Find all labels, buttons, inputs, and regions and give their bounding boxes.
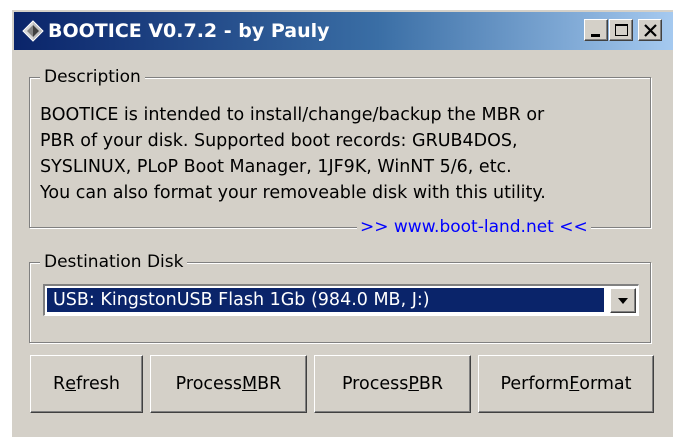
maximize-button[interactable]: [609, 19, 633, 41]
refresh-button[interactable]: Re fresh: [30, 355, 143, 413]
minimize-button[interactable]: [584, 19, 608, 41]
description-groupbox: Description: [29, 67, 651, 228]
minimize-icon: [591, 34, 600, 37]
process-pbr-label-pre: Process: [341, 374, 409, 394]
window-title: BOOTICE V0.7.2 - by Pauly: [48, 20, 330, 42]
close-button[interactable]: [638, 19, 662, 41]
perform-format-label-pre: Perform: [500, 374, 570, 394]
refresh-label-pre: R: [53, 374, 66, 394]
dropdown-button[interactable]: [610, 288, 636, 313]
chevron-down-icon: [618, 298, 628, 304]
process-pbr-label-post: BR: [418, 374, 444, 394]
destination-disk-legend: Destination Disk: [40, 252, 188, 272]
description-legend: Description: [40, 67, 145, 87]
description-line: PBR of your disk. Supported boot records…: [40, 131, 518, 151]
selected-disk-value: USB: KingstonUSB Flash 1Gb (984.0 MB, J:…: [47, 288, 604, 312]
process-pbr-button[interactable]: Process P BR: [314, 355, 471, 413]
perform-format-accel: F: [569, 374, 580, 394]
title-bar[interactable]: BOOTICE V0.7.2 - by Pauly: [14, 12, 673, 50]
maximize-icon: [615, 24, 628, 36]
close-icon: [644, 24, 657, 37]
process-mbr-label-pre: Process: [175, 374, 243, 394]
perform-format-label-post: ormat: [579, 374, 632, 394]
process-mbr-button[interactable]: Process M BR: [150, 355, 307, 413]
process-pbr-accel: P: [408, 374, 419, 394]
diamond-app-icon: [22, 20, 44, 42]
perform-format-button[interactable]: Perform Format: [478, 355, 654, 413]
refresh-label-post: fresh: [76, 374, 120, 394]
destination-disk-select[interactable]: USB: KingstonUSB Flash 1Gb (984.0 MB, J:…: [43, 284, 639, 316]
refresh-accel: e: [65, 374, 76, 394]
website-link[interactable]: >> www.boot-land.net <<: [357, 217, 591, 237]
process-mbr-accel: M: [242, 374, 258, 394]
description-line: SYSLINUX, PLoP Boot Manager, 1JF9K, WinN…: [40, 157, 512, 177]
description-line: You can also format your removeable disk…: [40, 183, 546, 203]
process-mbr-label-post: BR: [257, 374, 282, 394]
description-line: BOOTICE is intended to install/change/ba…: [40, 105, 545, 125]
